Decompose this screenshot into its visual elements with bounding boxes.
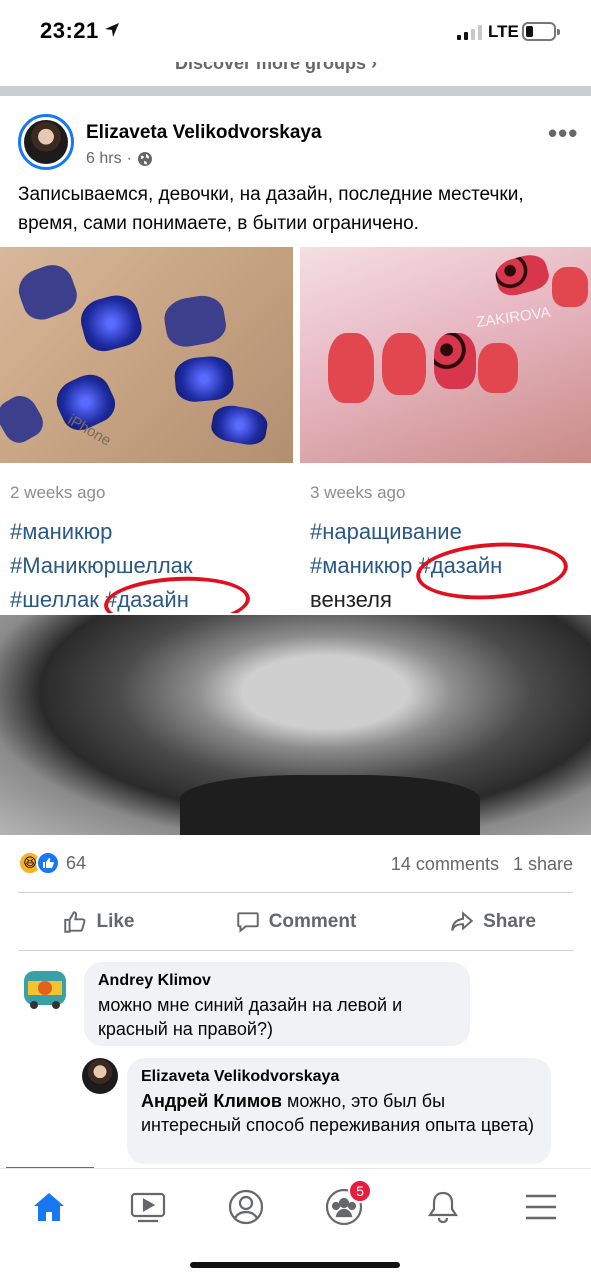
post-more-options-button[interactable]: ••• — [548, 118, 578, 149]
status-bar: 23:21 LTE — [0, 0, 591, 62]
battery-icon — [522, 22, 560, 41]
tab-watch[interactable] — [118, 1185, 178, 1229]
tab-groups[interactable]: 5 — [314, 1179, 374, 1229]
post-image[interactable]: iPhone 2 weeks ago #маникюр #Маникюршелл… — [0, 247, 591, 835]
comments-count-link[interactable]: 14 comments — [391, 854, 499, 875]
shares-count-link[interactable]: 1 share — [513, 854, 573, 875]
globe-icon — [137, 152, 152, 166]
reply-author[interactable]: Elizaveta Velikodvorskaya — [141, 1068, 537, 1086]
home-icon — [34, 1193, 64, 1221]
post-author[interactable]: Elizaveta Velikodvorskaya — [86, 122, 322, 144]
share-button[interactable]: Share — [394, 900, 591, 944]
tab-menu[interactable] — [511, 1185, 571, 1229]
mention-link[interactable]: Андрей Климов — [141, 1091, 282, 1111]
red-nails-photo: ZAKIROVA — [300, 247, 591, 463]
comment-icon — [236, 912, 259, 933]
comment-button[interactable]: Comment — [197, 900, 394, 944]
post-text: Записываемся, девочки, на дазайн, послед… — [18, 184, 524, 234]
clock: 23:21 — [40, 18, 99, 43]
reply-author-avatar[interactable] — [82, 1058, 118, 1094]
notifications-icon — [427, 1191, 459, 1224]
image-date-left: 2 weeks ago — [10, 483, 106, 502]
home-indicator[interactable] — [190, 1262, 400, 1268]
engagement-counts: 14 comments 1 share — [391, 854, 573, 875]
divider — [18, 950, 573, 951]
comment-text: можно мне синий дазайн на левой и красны… — [98, 995, 403, 1039]
nail-screenshot-right: ZAKIROVA 3 weeks ago #наращивание #маник… — [300, 247, 591, 613]
commenter-avatar[interactable] — [20, 963, 70, 1013]
watch-icon — [130, 1192, 166, 1223]
feed-divider — [0, 86, 591, 96]
reaction-count: 64 — [66, 852, 87, 873]
image-date-right: 3 weeks ago — [310, 483, 406, 502]
divider — [18, 892, 573, 893]
reply-bubble[interactable]: Elizaveta Velikodvorskaya Андрей Климов … — [127, 1058, 551, 1164]
like-button[interactable]: Like — [0, 900, 197, 944]
discover-label[interactable]: Discover more groups › — [175, 62, 377, 74]
signal-icon — [457, 24, 482, 40]
network-label: LTE — [488, 22, 519, 41]
share-icon — [451, 911, 474, 931]
like-reaction-icon — [36, 851, 60, 875]
author-avatar[interactable] — [18, 114, 74, 170]
menu-icon — [526, 1194, 556, 1220]
thumbs-up-icon — [64, 911, 86, 933]
post-meta: 6 hrs · — [86, 150, 153, 168]
post-time[interactable]: 6 hrs — [86, 150, 122, 168]
comment-author[interactable]: Andrey Klimov — [98, 972, 456, 990]
tab-profile[interactable] — [216, 1185, 276, 1229]
profile-icon — [228, 1189, 264, 1225]
groups-notification-badge: 5 — [348, 1179, 372, 1203]
reply-text: Андрей Климов можно, это был бы интересн… — [141, 1091, 534, 1135]
comment-bubble[interactable]: Andrey Klimov можно мне синий дазайн на … — [84, 962, 470, 1046]
reactions-summary[interactable]: 😆 64 — [18, 851, 86, 875]
image-watermark: ZAKIROVA — [475, 303, 552, 332]
post-actions-bar: Like Comment Share — [0, 900, 591, 944]
location-arrow-icon — [105, 23, 119, 37]
discover-more-groups-link[interactable]: Discover more groups › — [0, 62, 591, 86]
nail-screenshot-left: iPhone 2 weeks ago #маникюр #Маникюршелл… — [0, 247, 293, 613]
tab-notifications[interactable] — [413, 1185, 473, 1229]
black-and-white-portrait-photo — [0, 615, 591, 835]
tab-home[interactable] — [19, 1185, 79, 1229]
blue-nails-photo: iPhone — [0, 247, 293, 463]
